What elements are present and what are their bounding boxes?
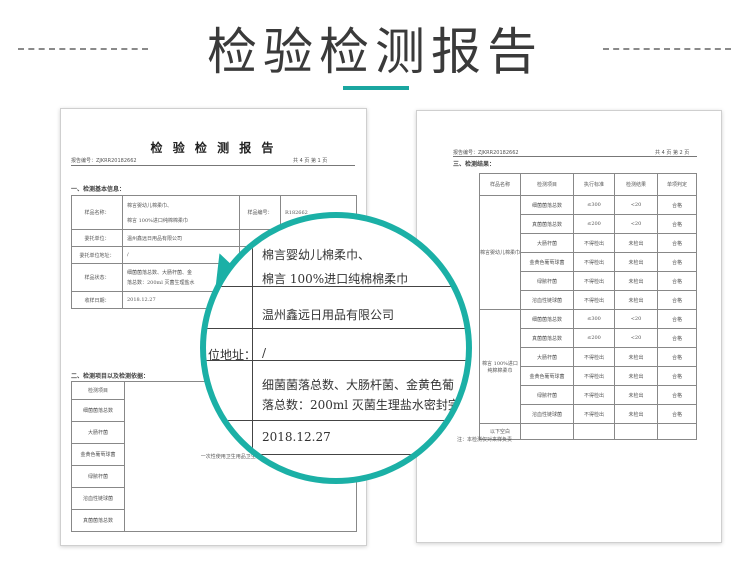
result-cell: 合格 (657, 309, 697, 329)
result-cell: ≤200 (573, 328, 615, 348)
result-cell: ≤200 (573, 214, 615, 234)
address-label: 委托单位地址： (71, 246, 123, 264)
items-header: 检测项目 (71, 381, 125, 400)
sample-state-label: 样品状态： (71, 263, 123, 292)
header-cell: 检测结果 (614, 173, 658, 196)
result-cell: 未检出 (614, 252, 658, 272)
result-cell: 合格 (657, 366, 697, 386)
result-cell: 细菌菌落总数 (520, 309, 574, 329)
result-cell: 未检出 (614, 404, 658, 424)
section-heading: 一、检测基本信息： (71, 186, 126, 193)
result-cell: 合格 (657, 195, 697, 215)
result-cell: 不得检出 (573, 233, 615, 253)
result-cell: 不得检出 (573, 347, 615, 367)
group-name: 棉言婴幼儿棉柔巾 (479, 195, 521, 310)
magnified-content: 棉言婴幼儿棉柔巾、 棉言 100%进口纯棉棉柔巾 温州鑫远日用品有限公司 位地址… (206, 218, 466, 478)
result-cell: 真菌菌落总数 (520, 328, 574, 348)
result-cell: 未检出 (614, 290, 658, 310)
result-cell: 合格 (657, 252, 697, 272)
header-cell: 样品名称 (479, 173, 521, 196)
magnified-sample-name: 棉言 100%进口纯棉棉柔巾 (262, 272, 409, 286)
result-cell: 溶血性链球菌 (520, 290, 574, 310)
result-cell: 溶血性链球菌 (520, 404, 574, 424)
item-row: 真菌菌落总数 (71, 509, 125, 532)
magnified-sample-state: 落总数：200ml 灭菌生理盐水密封完 (262, 398, 460, 412)
result-cell: 金黄色葡萄球菌 (520, 252, 574, 272)
magnified-client: 温州鑫远日用品有限公司 (262, 308, 395, 322)
section-heading: 二、检测项目以及检测依据： (71, 373, 150, 380)
result-cell: 未检出 (614, 366, 658, 386)
group-name: 棉言 100%进口纯棉棉柔巾 (479, 309, 521, 424)
section-heading: 三、检测结果： (453, 161, 496, 168)
result-cell: 真菌菌落总数 (520, 214, 574, 234)
report-title: 检 验 检 测 报 告 (150, 141, 277, 155)
result-cell: 绿脓杆菌 (520, 271, 574, 291)
item-row: 大肠杆菌 (71, 421, 125, 444)
header-cell: 执行标准 (573, 173, 615, 196)
item-row: 金黄色葡萄球菌 (71, 443, 125, 466)
item-row: 细菌菌落总数 (71, 399, 125, 422)
result-cell: 大肠杆菌 (520, 347, 574, 367)
title-underline-accent (343, 86, 409, 90)
item-row: 溶血性链球菌 (71, 487, 125, 510)
receive-date-label: 收样日期： (71, 291, 123, 309)
magnified-sample-state: 细菌菌落总数、大肠杆菌、金黄色葡 (262, 378, 455, 392)
result-cell: 未检出 (614, 271, 658, 291)
magnified-address-value: / (262, 346, 267, 360)
result-cell: 细菌菌落总数 (520, 195, 574, 215)
result-cell: <20 (614, 214, 658, 234)
header-cell: 单项判定 (657, 173, 697, 196)
result-cell: 未检出 (614, 233, 658, 253)
result-cell: 合格 (657, 214, 697, 234)
header: 检验检测报告 (0, 0, 750, 100)
result-cell: 不得检出 (573, 385, 615, 405)
result-cell: <20 (614, 328, 658, 348)
result-cell: 大肠杆菌 (520, 233, 574, 253)
page-indicator: 共 4 页 第 2 页 (655, 150, 690, 156)
table-line (206, 454, 466, 455)
header-cell: 检测项目 (520, 173, 574, 196)
result-cell: 不得检出 (573, 252, 615, 272)
magnified-date: 2018.12.27 (262, 430, 331, 444)
result-cell: 合格 (657, 385, 697, 405)
page-indicator: 共 4 页 第 1 页 (293, 158, 328, 164)
result-cell: 合格 (657, 271, 697, 291)
result-cell: 不得检出 (573, 366, 615, 386)
results-table: 样品名称 检测项目 执行标准 检测结果 单项判定 棉言婴幼儿棉柔巾 细菌菌落总数… (479, 173, 697, 440)
left-dashed-divider (18, 48, 148, 50)
result-cell: 合格 (657, 233, 697, 253)
result-cell: 合格 (657, 404, 697, 424)
result-cell: 合格 (657, 347, 697, 367)
table-line (206, 420, 466, 421)
magnified-sample-name: 棉言婴幼儿棉柔巾、 (262, 248, 371, 262)
rule (453, 156, 697, 157)
result-cell: 金黄色葡萄球菌 (520, 366, 574, 386)
result-cell: ≤300 (573, 309, 615, 329)
result-cell: ≤300 (573, 195, 615, 215)
report-number: 报告编号：ZJKRR20182662 (453, 150, 519, 156)
table-line (206, 328, 466, 329)
result-cell: 合格 (657, 290, 697, 310)
result-cell: 不得检出 (573, 404, 615, 424)
result-cell: 未检出 (614, 347, 658, 367)
result-cell: <20 (614, 195, 658, 215)
item-row: 绿脓杆菌 (71, 465, 125, 488)
result-cell: 绿脓杆菌 (520, 385, 574, 405)
result-cell: 未检出 (614, 385, 658, 405)
sample-name-line: 棉言婴幼儿棉柔巾、 (127, 202, 173, 209)
report-number: 报告编号：ZJKRR20182662 (71, 158, 137, 164)
result-cell: <20 (614, 309, 658, 329)
rule (71, 165, 355, 166)
sample-name-label: 样品名称： (71, 195, 123, 230)
result-cell: 合格 (657, 328, 697, 348)
client-label: 委托单位： (71, 229, 123, 247)
page-title: 检验检测报告 (207, 23, 543, 81)
right-dashed-divider (603, 48, 731, 50)
magnified-address-label: 位地址： (208, 348, 257, 362)
result-cell: 不得检出 (573, 290, 615, 310)
magnifier-lens: 棉言婴幼儿棉柔巾、 棉言 100%进口纯棉棉柔巾 温州鑫远日用品有限公司 位地址… (200, 212, 472, 484)
result-cell: 不得检出 (573, 271, 615, 291)
